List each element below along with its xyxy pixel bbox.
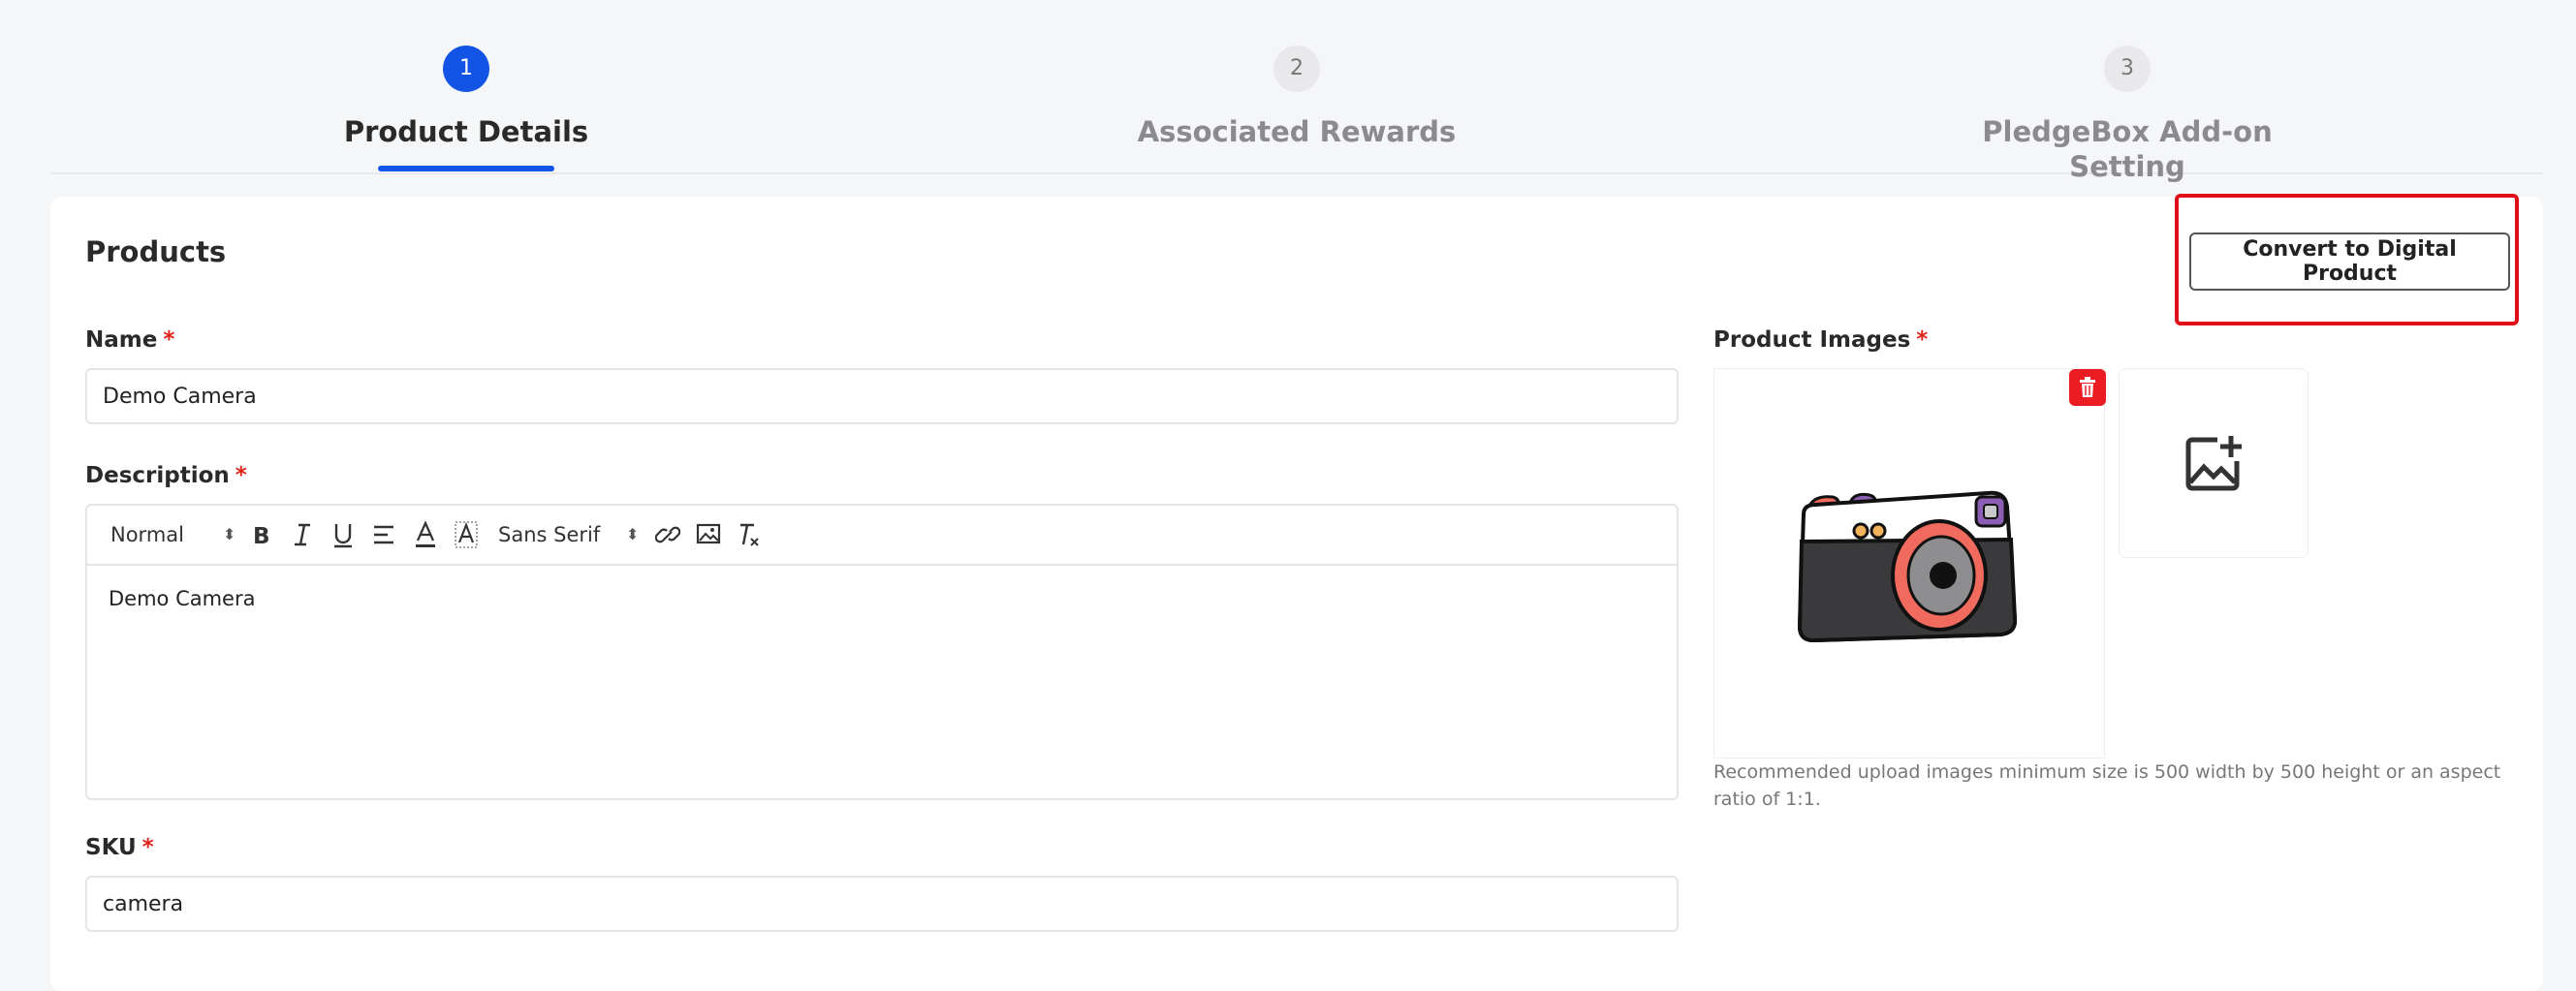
camera-illustration (1797, 490, 2018, 643)
text-color-icon[interactable] (413, 517, 438, 552)
heading-select[interactable]: Normal ⬍ (110, 517, 238, 552)
upload-help-text: Recommended upload images minimum size i… (1713, 761, 2501, 810)
select-arrows-icon: ⬍ (626, 525, 640, 543)
required-marker: * (141, 835, 154, 860)
convert-to-digital-product-button[interactable]: Convert to Digital Product (2189, 232, 2510, 291)
step-label: PledgeBox Add-on Setting (1982, 115, 2273, 183)
name-input[interactable] (85, 368, 1679, 424)
heading-select-value: Normal (110, 523, 184, 546)
bold-icon[interactable]: B (250, 517, 273, 552)
editor-toolbar: Normal ⬍ B Sans Serif ⬍ (87, 506, 1677, 566)
product-image-tile[interactable] (1713, 368, 2105, 759)
clear-format-icon[interactable] (737, 517, 762, 552)
name-label-text: Name (85, 327, 158, 353)
trash-icon (2080, 377, 2095, 397)
product-images-label-text: Product Images (1713, 327, 1911, 353)
required-marker: * (163, 327, 175, 353)
required-marker: * (1916, 327, 1929, 353)
delete-image-button[interactable] (2069, 369, 2106, 406)
name-label: Name * (85, 327, 174, 353)
underline-icon[interactable] (331, 517, 355, 552)
products-card: Products Convert to Digital Product Name… (50, 194, 2543, 991)
image-icon[interactable] (696, 517, 721, 552)
select-arrows-icon: ⬍ (223, 525, 236, 543)
sku-label: SKU * (85, 835, 154, 860)
italic-icon[interactable] (291, 517, 314, 552)
step-label: Associated Rewards (1137, 115, 1457, 148)
sku-input[interactable] (85, 876, 1679, 932)
step-number: 1 (443, 46, 489, 92)
editor-content[interactable]: Demo Camera (109, 587, 255, 610)
sku-label-text: SKU (85, 835, 137, 860)
description-editor: Normal ⬍ B Sans Serif ⬍ Demo Camera (85, 504, 1679, 800)
description-label-text: Description (85, 463, 230, 488)
required-marker: * (235, 463, 247, 488)
font-select[interactable]: Sans Serif ⬍ (498, 517, 644, 552)
align-icon[interactable] (372, 517, 395, 552)
description-label: Description * (85, 463, 247, 488)
font-select-value: Sans Serif (498, 523, 601, 546)
card-title: Products (85, 235, 227, 268)
stepper: 1 Product Details 2 Associated Rewards 3… (50, 0, 2543, 183)
active-step-indicator (378, 166, 554, 171)
add-image-icon (2185, 436, 2242, 491)
step-label: Product Details (343, 115, 589, 148)
step-number: 2 (1273, 46, 1320, 92)
product-images-label: Product Images * (1713, 327, 1928, 353)
step-number: 3 (2104, 46, 2151, 92)
background-color-icon[interactable] (454, 517, 479, 552)
svg-text:B: B (253, 524, 270, 549)
add-image-button[interactable] (2119, 368, 2309, 558)
link-icon[interactable] (655, 517, 680, 552)
